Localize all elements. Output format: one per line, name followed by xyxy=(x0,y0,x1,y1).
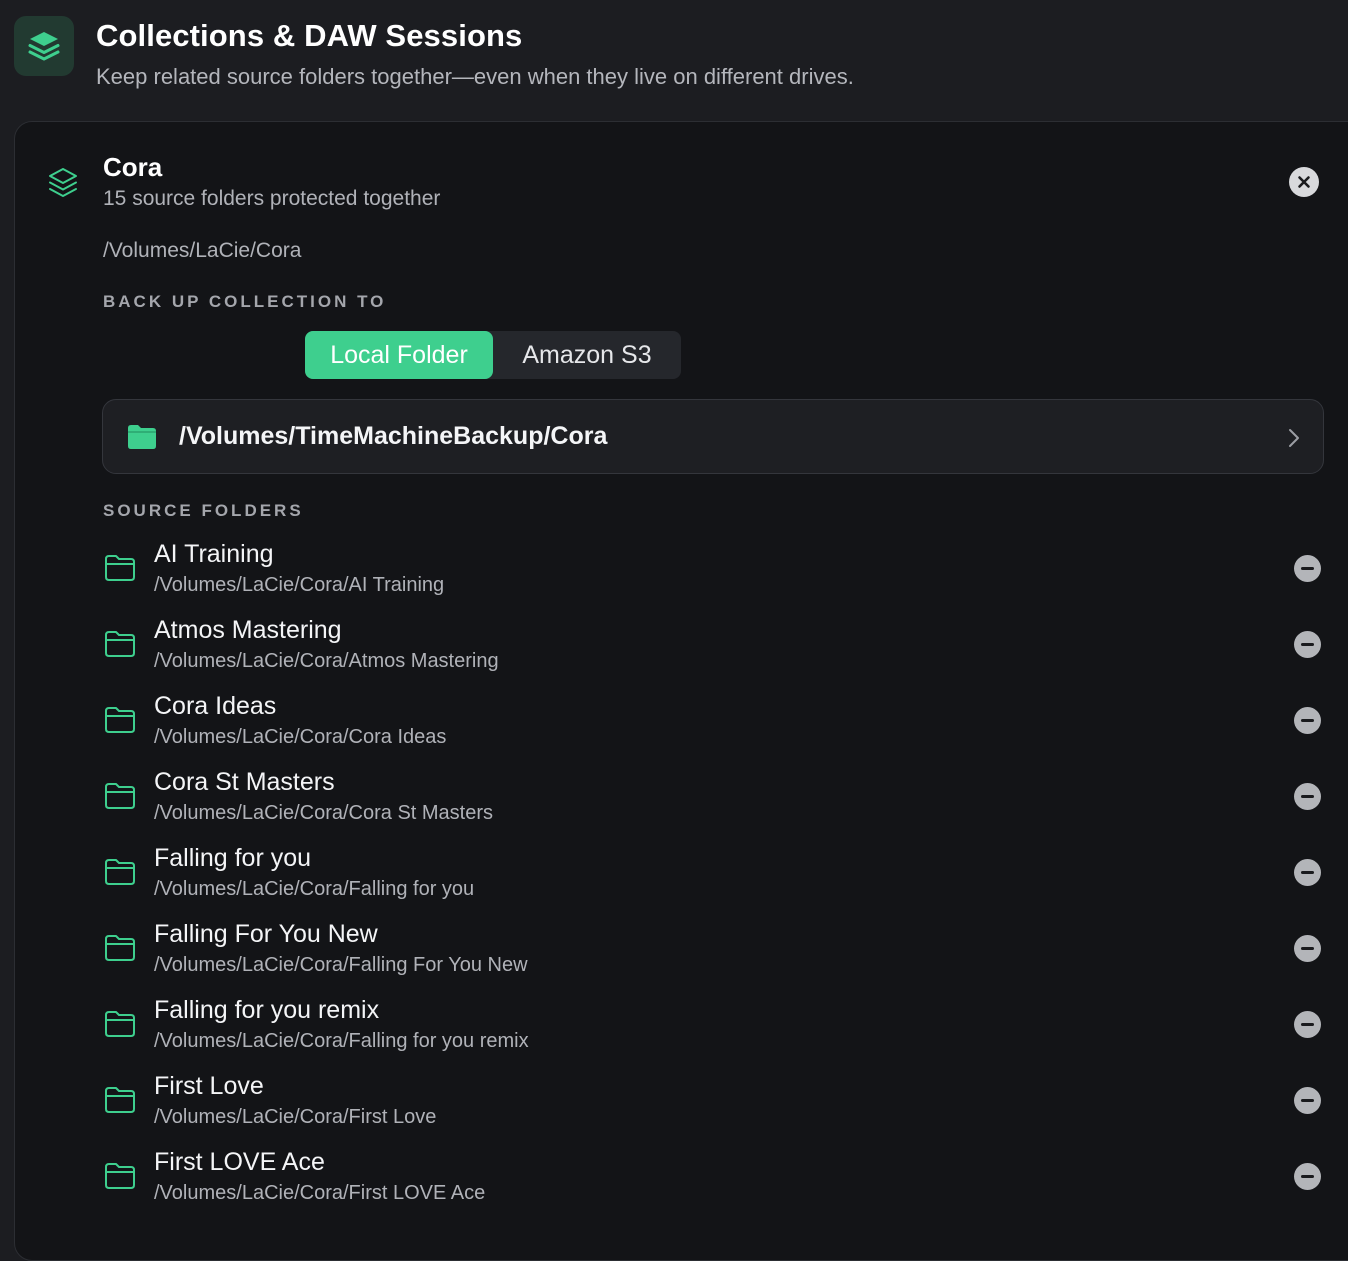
minus-icon xyxy=(1301,1175,1314,1178)
minus-icon xyxy=(1301,719,1314,722)
chevron-right-icon xyxy=(1287,427,1301,449)
source-folder-path: /Volumes/LaCie/Cora/Atmos Mastering xyxy=(154,650,499,672)
remove-folder-button[interactable] xyxy=(1294,935,1321,962)
remove-folder-button[interactable] xyxy=(1294,631,1321,658)
minus-icon xyxy=(1301,871,1314,874)
remove-folder-button[interactable] xyxy=(1294,555,1321,582)
folder-icon xyxy=(104,1086,136,1114)
source-folders-label: SOURCE FOLDERS xyxy=(103,501,304,520)
source-folder-name: Cora Ideas xyxy=(154,692,277,720)
collection-name: Cora xyxy=(103,152,163,182)
folder-icon xyxy=(104,782,136,810)
folder-icon xyxy=(104,934,136,962)
list-item: Atmos Mastering /Volumes/LaCie/Cora/Atmo… xyxy=(15,612,1348,688)
list-item: AI Training /Volumes/LaCie/Cora/AI Train… xyxy=(15,536,1348,612)
remove-folder-button[interactable] xyxy=(1294,1087,1321,1114)
source-folder-name: Falling for you xyxy=(154,844,312,872)
source-folder-name: Atmos Mastering xyxy=(154,616,342,644)
close-icon xyxy=(1298,176,1310,188)
minus-icon xyxy=(1301,1023,1314,1026)
source-folder-path: /Volumes/LaCie/Cora/Cora St Masters xyxy=(154,802,494,824)
backup-section-label: BACK UP COLLECTION TO xyxy=(103,292,387,311)
remove-folder-button[interactable] xyxy=(1294,783,1321,810)
layers-icon xyxy=(14,16,74,76)
source-folder-name: Cora St Masters xyxy=(154,768,335,796)
source-folder-name: First LOVE Ace xyxy=(154,1148,325,1176)
destination-path: /Volumes/TimeMachineBackup/Cora xyxy=(179,422,608,450)
list-item: Cora St Masters /Volumes/LaCie/Cora/Cora… xyxy=(15,764,1348,840)
source-folder-path: /Volumes/LaCie/Cora/First LOVE Ace xyxy=(154,1182,486,1204)
collection-count: 15 source folders protected together xyxy=(103,187,441,210)
minus-icon xyxy=(1301,643,1314,646)
minus-icon xyxy=(1301,567,1314,570)
source-folder-name: Falling for you remix xyxy=(154,996,380,1024)
list-item: First Love /Volumes/LaCie/Cora/First Lov… xyxy=(15,1068,1348,1144)
page-subtitle: Keep related source folders together—eve… xyxy=(96,64,854,89)
folder-icon xyxy=(104,554,136,582)
list-item: Falling for you remix /Volumes/LaCie/Cor… xyxy=(15,992,1348,1068)
minus-icon xyxy=(1301,947,1314,950)
backup-target-selector: Local Folder Amazon S3 xyxy=(305,331,681,379)
source-folder-name: AI Training xyxy=(154,540,274,568)
folder-icon xyxy=(104,1010,136,1038)
list-item: Falling For You New /Volumes/LaCie/Cora/… xyxy=(15,916,1348,992)
page-title: Collections & DAW Sessions xyxy=(96,18,523,53)
list-item: Falling for you /Volumes/LaCie/Cora/Fall… xyxy=(15,840,1348,916)
collection-card: Cora 15 source folders protected togethe… xyxy=(14,121,1348,1261)
remove-folder-button[interactable] xyxy=(1294,1163,1321,1190)
close-collection-button[interactable] xyxy=(1289,167,1319,197)
source-folder-path: /Volumes/LaCie/Cora/Cora Ideas xyxy=(154,726,447,748)
folder-filled-icon xyxy=(127,424,157,450)
list-item: First LOVE Ace /Volumes/LaCie/Cora/First… xyxy=(15,1144,1348,1220)
source-folder-name: Falling For You New xyxy=(154,920,378,948)
remove-folder-button[interactable] xyxy=(1294,859,1321,886)
folder-icon xyxy=(104,1162,136,1190)
amazon-s3-option[interactable]: Amazon S3 xyxy=(493,331,681,379)
list-item: Cora Ideas /Volumes/LaCie/Cora/Cora Idea… xyxy=(15,688,1348,764)
minus-icon xyxy=(1301,795,1314,798)
remove-folder-button[interactable] xyxy=(1294,1011,1321,1038)
layers-icon xyxy=(47,166,79,200)
source-folder-path: /Volumes/LaCie/Cora/Falling for you remi… xyxy=(154,1030,529,1052)
folder-icon xyxy=(104,630,136,658)
folder-icon xyxy=(104,706,136,734)
page-header: Collections & DAW Sessions Keep related … xyxy=(14,16,1348,106)
source-folder-path: /Volumes/LaCie/Cora/Falling For You New xyxy=(154,954,528,976)
source-folder-list: AI Training /Volumes/LaCie/Cora/AI Train… xyxy=(15,536,1348,1220)
remove-folder-button[interactable] xyxy=(1294,707,1321,734)
source-folder-path: /Volumes/LaCie/Cora/Falling for you xyxy=(154,878,475,900)
collection-path: /Volumes/LaCie/Cora xyxy=(103,239,302,262)
destination-picker[interactable]: /Volumes/TimeMachineBackup/Cora xyxy=(102,399,1324,474)
source-folder-path: /Volumes/LaCie/Cora/First Love xyxy=(154,1106,437,1128)
folder-icon xyxy=(104,858,136,886)
source-folder-name: First Love xyxy=(154,1072,264,1100)
source-folder-path: /Volumes/LaCie/Cora/AI Training xyxy=(154,574,445,596)
local-folder-option[interactable]: Local Folder xyxy=(305,331,493,379)
minus-icon xyxy=(1301,1099,1314,1102)
